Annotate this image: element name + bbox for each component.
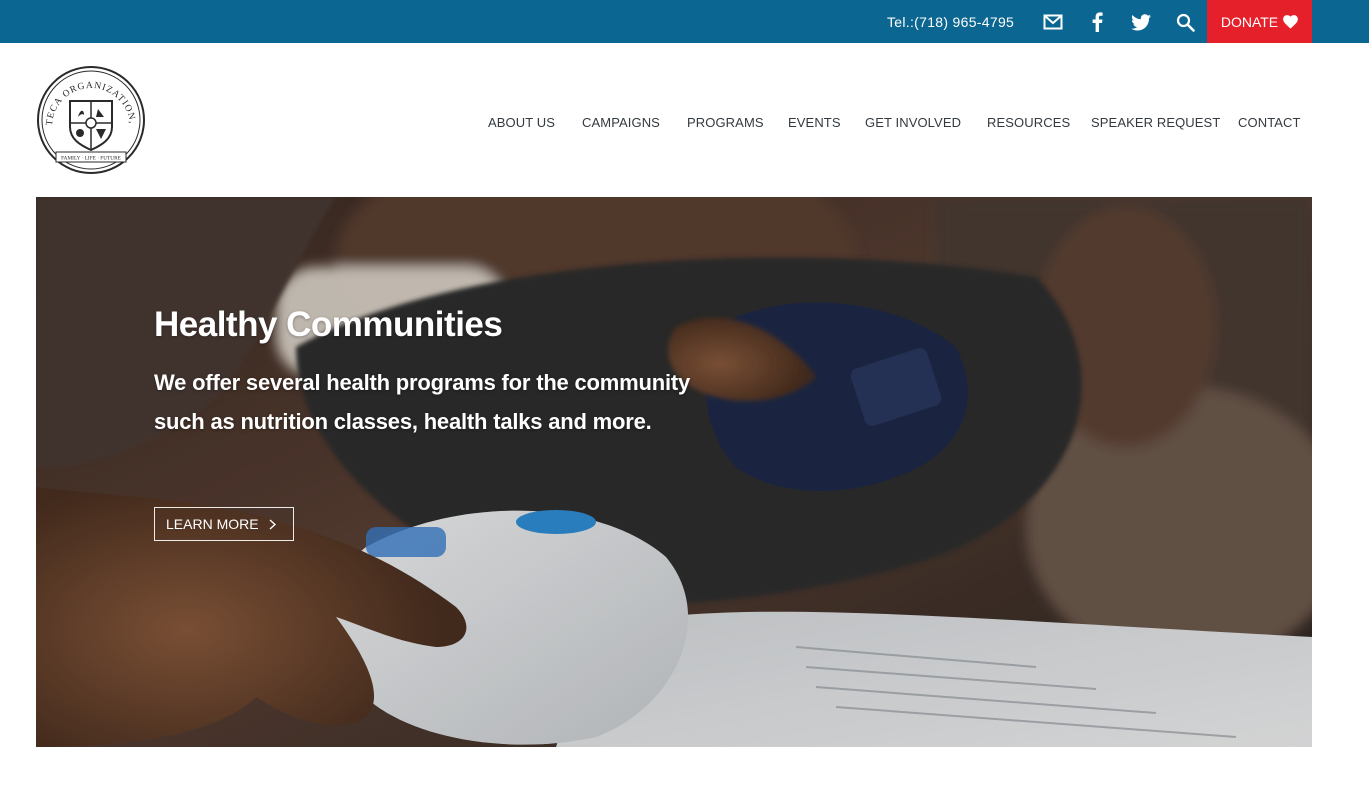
mail-icon[interactable] (1042, 11, 1064, 33)
nav-resources[interactable]: RESOURCES (987, 115, 1070, 133)
top-bar: Tel.:(718) 965-4795 DONATE (0, 0, 1369, 43)
nav-get-involved[interactable]: GET INVOLVED (865, 115, 961, 133)
learn-more-button[interactable]: LEARN MORE (154, 507, 294, 541)
twitter-icon[interactable] (1130, 11, 1152, 33)
donate-button[interactable]: DONATE (1207, 0, 1312, 43)
hero-slide: Healthy Communities We offer several hea… (36, 197, 1312, 747)
nav-speaker-request[interactable]: SPEAKER REQUEST (1091, 115, 1220, 133)
hero-background-image (36, 197, 1312, 747)
logo-motto: FAMILY · LIFE · FUTURE (61, 156, 121, 162)
nav-contact[interactable]: CONTACT (1238, 115, 1301, 133)
search-icon[interactable] (1174, 11, 1196, 33)
learn-more-label: LEARN MORE (166, 516, 259, 532)
phone-number[interactable]: Tel.:(718) 965-4795 (887, 14, 1014, 30)
nav-campaigns[interactable]: CAMPAIGNS (582, 115, 660, 133)
facebook-icon[interactable] (1086, 11, 1108, 33)
nav-about-us[interactable]: ABOUT US (488, 115, 555, 133)
heart-icon (1283, 14, 1299, 29)
chevron-right-icon (269, 518, 276, 530)
nav-events[interactable]: EVENTS (788, 115, 841, 133)
hero-description: We offer several health programs for the… (154, 370, 691, 434)
organization-logo[interactable]: MIXTECA ORGANIZATION, INC FAMILY · LIFE … (31, 58, 146, 175)
donate-label: DONATE (1220, 13, 1279, 30)
nav-programs[interactable]: PROGRAMS (687, 115, 764, 133)
hero-title: Healthy Communities (154, 305, 503, 344)
